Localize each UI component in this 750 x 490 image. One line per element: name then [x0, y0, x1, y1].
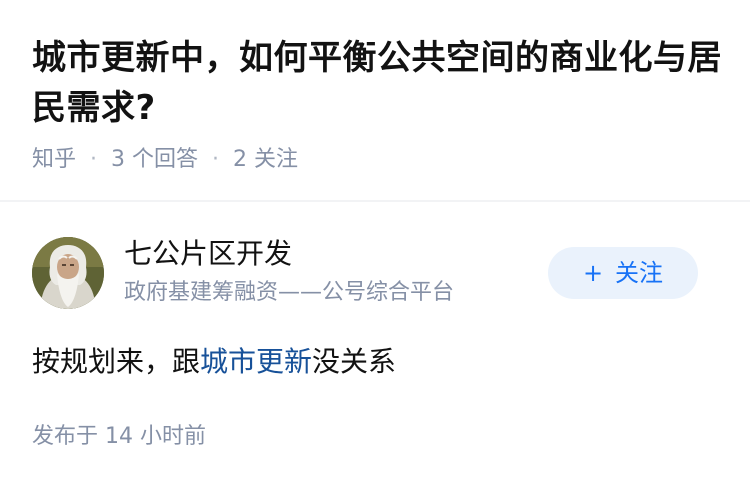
answer-count[interactable]: 3 个回答	[111, 143, 198, 177]
publish-time: 发布于 14 小时前	[32, 424, 206, 449]
topic-link[interactable]: 城市更新	[200, 345, 312, 378]
answer-content: 按规划来，跟城市更新没关系	[32, 342, 396, 382]
plus-icon: +	[582, 259, 604, 287]
follow-button-label: 关注	[615, 259, 664, 287]
avatar-image	[32, 237, 104, 309]
meta-separator: ·	[90, 147, 98, 172]
question-header: 城市更新中，如何平衡公共空间的商业化与居民需求? 知乎 · 3 个回答 · 2 …	[0, 0, 750, 200]
answer-text: 按规划来，跟	[32, 345, 201, 378]
question-meta: 知乎 · 3 个回答 · 2 关注	[32, 143, 298, 177]
author-name[interactable]: 七公片区开发	[124, 234, 292, 274]
author-bio: 政府基建筹融资——公号综合平台	[124, 280, 455, 305]
avatar[interactable]	[32, 237, 104, 309]
answer-card: 七公片区开发 政府基建筹融资——公号综合平台 + 关注 按规划来，跟城市更新没关系…	[0, 202, 750, 490]
site-name[interactable]: 知乎	[32, 143, 76, 177]
meta-separator: ·	[212, 147, 220, 172]
follower-count[interactable]: 2 关注	[233, 143, 298, 177]
question-title[interactable]: 城市更新中，如何平衡公共空间的商业化与居民需求?	[32, 33, 722, 133]
follow-button[interactable]: + 关注	[548, 247, 698, 299]
answer-text: 没关系	[312, 345, 397, 378]
